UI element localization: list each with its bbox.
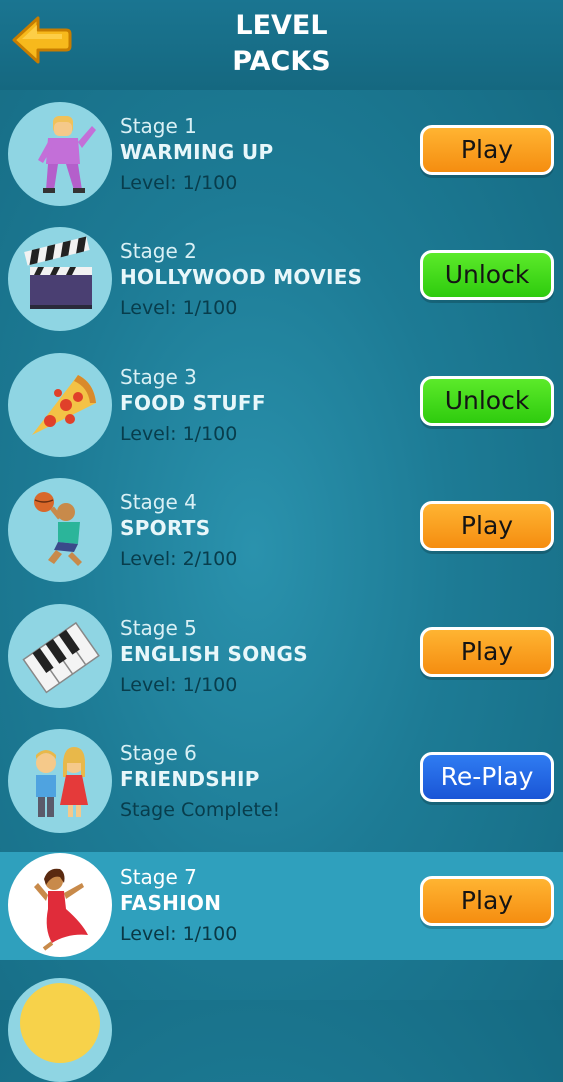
- piano-keys-icon: [22, 621, 100, 694]
- stage-number: Stage 1: [120, 114, 197, 138]
- play-button[interactable]: Play: [420, 627, 554, 677]
- stage-title: HOLLYWOOD MOVIES: [120, 265, 363, 289]
- stage-thumbnail: [8, 853, 112, 957]
- stage-thumbnail: [8, 729, 112, 833]
- page-title-line2: PACKS: [232, 46, 331, 77]
- stage-progress: Stage Complete!: [120, 799, 281, 821]
- clapperboard-icon: [24, 236, 92, 309]
- replay-button[interactable]: Re-Play: [420, 752, 554, 802]
- stage-progress: Level: 1/100: [120, 172, 238, 194]
- stage-row-3[interactable]: Stage 3 FOOD STUFF Level: 1/100 Unlock: [0, 352, 563, 459]
- stage-number: Stage 3: [120, 365, 197, 389]
- page-title-line1: LEVEL: [235, 10, 328, 41]
- stage-progress: Level: 2/100: [120, 548, 238, 570]
- stage-progress: Level: 1/100: [120, 923, 238, 945]
- play-button[interactable]: Play: [420, 125, 554, 175]
- play-button[interactable]: Play: [420, 876, 554, 926]
- dancing-woman-icon: [34, 868, 88, 951]
- stage-thumbnail: [8, 353, 112, 457]
- stage-row-5[interactable]: Stage 5 ENGLISH SONGS Level: 1/100 Play: [0, 603, 563, 710]
- stage-row-6[interactable]: Stage 6 FRIENDSHIP Stage Complete! Re-Pl…: [0, 728, 563, 835]
- dancing-man-icon: [38, 116, 96, 193]
- play-button[interactable]: Play: [420, 501, 554, 551]
- stage-row-4[interactable]: Stage 4 SPORTS Level: 2/100 Play: [0, 477, 563, 584]
- stage-title: SPORTS: [120, 516, 211, 540]
- stage-title: FRIENDSHIP: [120, 767, 260, 791]
- stage-number: Stage 6: [120, 741, 197, 765]
- stage-row-2[interactable]: Stage 2 HOLLYWOOD MOVIES Level: 1/100 Un…: [0, 226, 563, 333]
- unlock-button[interactable]: Unlock: [420, 250, 554, 300]
- basketball-player-icon: [34, 492, 82, 566]
- stage-progress: Level: 1/100: [120, 297, 238, 319]
- stage-number: Stage 5: [120, 616, 197, 640]
- stage-title: ENGLISH SONGS: [120, 642, 308, 666]
- stage-title: FOOD STUFF: [120, 391, 266, 415]
- stage-thumbnail: [8, 478, 112, 582]
- stage-thumbnail: [8, 604, 112, 708]
- header-bar: LEVEL PACKS: [0, 0, 563, 90]
- stage-number: Stage 2: [120, 239, 197, 263]
- stage-progress: Level: 1/100: [120, 423, 238, 445]
- stage-row-7[interactable]: Stage 7 FASHION Level: 1/100 Play: [0, 852, 563, 960]
- stage-thumbnail: [8, 227, 112, 331]
- page-title: LEVEL PACKS: [0, 8, 563, 80]
- stage-progress: Level: 1/100: [120, 674, 238, 696]
- stage-thumbnail: [8, 102, 112, 206]
- stage-number: Stage 7: [120, 865, 197, 889]
- stage-title: FASHION: [120, 891, 222, 915]
- stage-title: WARMING UP: [120, 140, 274, 164]
- couple-icon: [36, 747, 88, 817]
- unlock-button[interactable]: Unlock: [420, 376, 554, 426]
- pizza-icon: [32, 375, 96, 435]
- stage-number: Stage 4: [120, 490, 197, 514]
- stage-row-1[interactable]: Stage 1 WARMING UP Level: 1/100 Play: [0, 101, 563, 208]
- next-stage-emoji-icon: [20, 983, 100, 1063]
